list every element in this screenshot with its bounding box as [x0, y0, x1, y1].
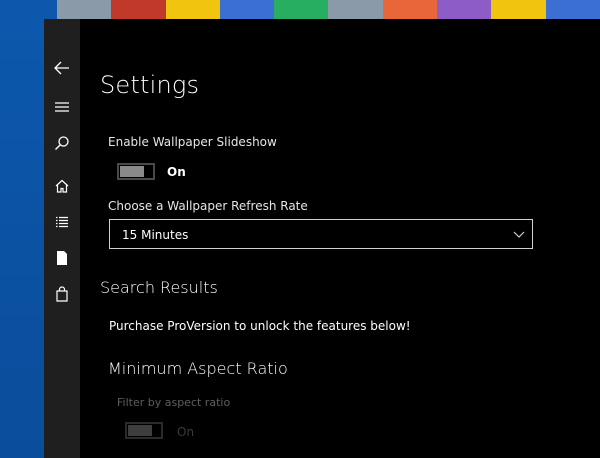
nav-rail — [44, 19, 80, 458]
taskbar-tile[interactable] — [382, 0, 438, 19]
aspect-ratio-filter-label: Filter by aspect ratio — [117, 396, 231, 409]
app-window: Settings Enable Wallpaper Slideshow On C… — [44, 19, 600, 458]
aspect-ratio-toggle-state: On — [177, 425, 195, 439]
back-button[interactable] — [44, 52, 80, 84]
taskbar-tile[interactable] — [165, 0, 220, 19]
list-icon — [56, 216, 68, 228]
toggle-thumb — [120, 166, 144, 177]
home-button[interactable] — [44, 170, 80, 202]
settings-content: Settings Enable Wallpaper Slideshow On C… — [80, 19, 600, 458]
shopping-bag-icon — [56, 286, 68, 302]
hamburger-icon — [55, 102, 69, 112]
taskbar-tile[interactable] — [491, 0, 546, 19]
document-icon — [57, 251, 67, 265]
slideshow-toggle[interactable] — [117, 163, 155, 180]
document-button[interactable] — [44, 242, 80, 274]
taskbar-tile[interactable] — [57, 0, 112, 19]
refresh-rate-dropdown[interactable]: 15 Minutes — [109, 219, 533, 249]
shop-button[interactable] — [44, 278, 80, 310]
slideshow-label: Enable Wallpaper Slideshow — [108, 135, 277, 149]
home-icon — [55, 179, 69, 193]
menu-button[interactable] — [44, 91, 80, 123]
search-button[interactable] — [44, 127, 80, 159]
taskbar-tile[interactable] — [328, 0, 383, 19]
taskbar-tiles — [57, 0, 600, 19]
taskbar-tile[interactable] — [274, 0, 329, 19]
page-title: Settings — [100, 71, 200, 99]
search-icon — [55, 136, 69, 150]
toggle-thumb — [128, 425, 152, 436]
slideshow-toggle-state: On — [167, 165, 186, 179]
pro-version-promo: Purchase ProVersion to unlock the featur… — [109, 319, 411, 333]
taskbar-tile[interactable] — [111, 0, 166, 19]
list-button[interactable] — [44, 206, 80, 238]
refresh-rate-label: Choose a Wallpaper Refresh Rate — [108, 199, 308, 213]
aspect-ratio-toggle[interactable] — [125, 422, 163, 439]
chevron-down-icon — [513, 231, 525, 238]
taskbar-tile[interactable] — [437, 0, 492, 19]
refresh-rate-value: 15 Minutes — [122, 228, 189, 242]
taskbar-tile[interactable] — [219, 0, 275, 19]
taskbar-tile[interactable] — [545, 0, 600, 19]
back-arrow-icon — [54, 61, 69, 75]
search-results-heading: Search Results — [100, 278, 218, 297]
min-aspect-ratio-heading: Minimum Aspect Ratio — [108, 359, 288, 378]
